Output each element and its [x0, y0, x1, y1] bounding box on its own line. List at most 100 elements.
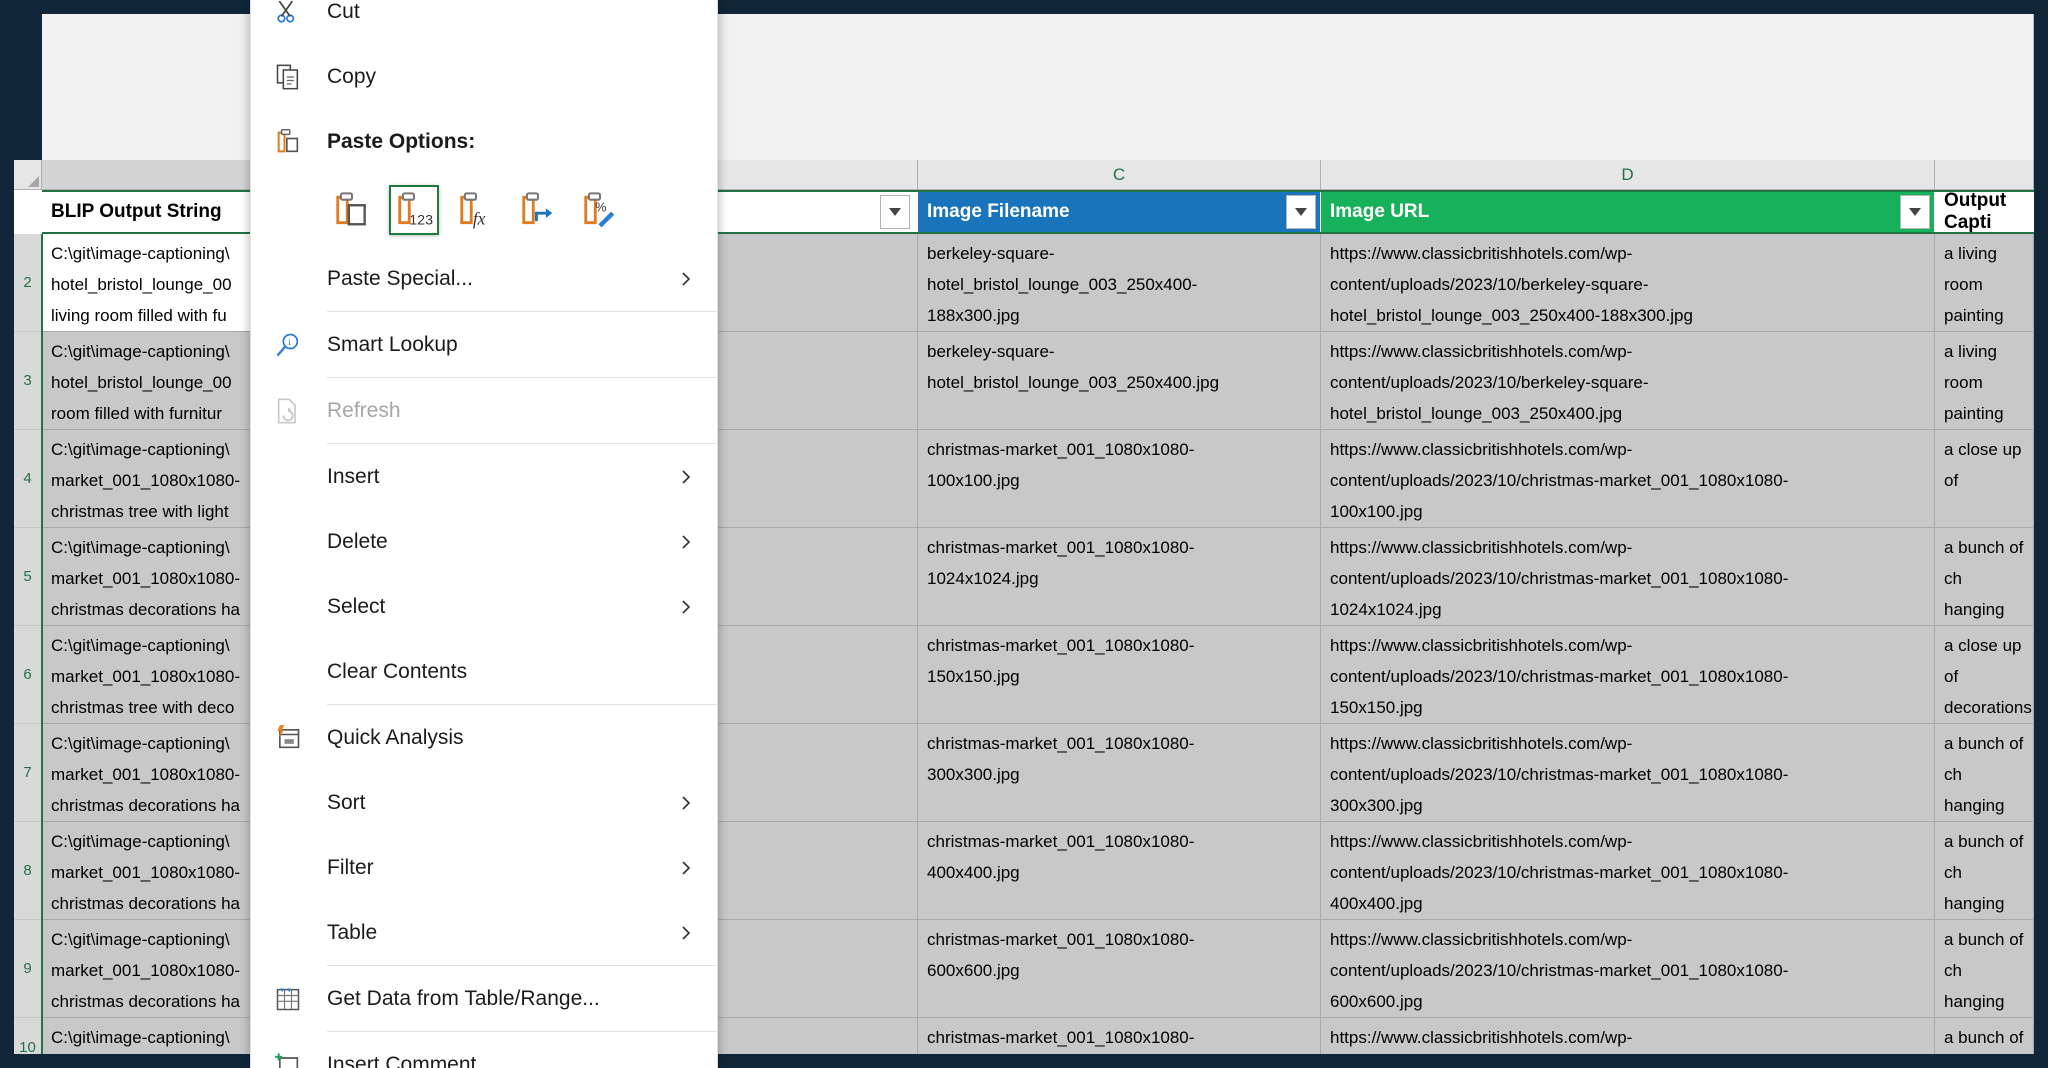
svg-text:123: 123: [409, 212, 433, 228]
paste-formulas-icon-button[interactable]: fx: [451, 185, 501, 235]
screen: C D BLIP Output String Image Filename Im…: [0, 0, 2048, 1068]
menu-item-paste-options: Paste Options:: [251, 109, 717, 174]
copy-icon: [269, 58, 307, 96]
menu-item-refresh: Refresh: [251, 378, 717, 443]
menu-item-clear-contents-label: Clear Contents: [327, 660, 467, 684]
menu-item-select[interactable]: Select: [251, 574, 717, 639]
menu-item-table[interactable]: Table: [251, 900, 717, 965]
paste-values-icon-button[interactable]: 123: [389, 185, 439, 235]
table-cell[interactable]: christmas-market_001_1080x1080- 600x600.…: [918, 920, 1321, 1018]
menu-item-copy-label: Copy: [327, 65, 376, 89]
table-grid-icon: [274, 985, 302, 1013]
table-cell[interactable]: https://www.classicbritishhotels.com/wp-…: [1321, 822, 1935, 920]
table-header-image-url[interactable]: Image URL: [1321, 190, 1935, 234]
row-number[interactable]: 6: [14, 626, 42, 724]
paste-transpose-icon: [519, 191, 557, 229]
menu-item-smart-lookup-label: Smart Lookup: [327, 333, 458, 357]
column-header-e[interactable]: [1935, 160, 2034, 190]
menu-item-paste-special-label: Paste Special...: [327, 267, 473, 291]
paste-all-icon-button[interactable]: [327, 185, 377, 235]
row-number[interactable]: 4: [14, 430, 42, 528]
menu-item-delete-label: Delete: [327, 530, 388, 554]
svg-text:i: i: [288, 338, 291, 348]
paste-options-row[interactable]: 123 fx: [251, 174, 717, 246]
table-cell[interactable]: berkeley-square- hotel_bristol_lounge_00…: [918, 234, 1321, 332]
paste-formulas-fx-icon: fx: [457, 191, 495, 229]
table-cell[interactable]: https://www.classicbritishhotels.com/wp-…: [1321, 626, 1935, 724]
menu-item-insert-label: Insert: [327, 465, 380, 489]
menu-item-sort-label: Sort: [327, 791, 366, 815]
chevron-right-icon: [677, 468, 695, 486]
menu-item-insert-comment[interactable]: Insert Comment: [251, 1032, 717, 1068]
paste-transpose-icon-button[interactable]: [513, 185, 563, 235]
table-cell[interactable]: https://www.classicbritishhotels.com/wp-…: [1321, 234, 1935, 332]
table-cell[interactable]: https://www.classicbritishhotels.com/wp-…: [1321, 528, 1935, 626]
table-cell[interactable]: https://www.classicbritishhotels.com/wp-…: [1321, 430, 1935, 528]
table-cell[interactable]: a bunch of ch hanging from: [1935, 920, 2034, 1018]
table-cell[interactable]: a close up of decorations: [1935, 626, 2034, 724]
row-number[interactable]: 9: [14, 920, 42, 1018]
menu-item-delete[interactable]: Delete: [251, 509, 717, 574]
table-cell[interactable]: https://www.classicbritishhotels.com/wp-: [1321, 1018, 1935, 1054]
chevron-down-icon: [1909, 208, 1921, 216]
column-header-d[interactable]: D: [1321, 160, 1935, 190]
table-header-output-caption[interactable]: Output Capti: [1935, 190, 2034, 234]
table-cell[interactable]: a living room painting: [1935, 234, 2034, 332]
filter-button-d[interactable]: [1900, 195, 1930, 229]
paste-formatting-icon: %: [581, 191, 619, 229]
row-number[interactable]: 3: [14, 332, 42, 430]
filter-button-c[interactable]: [1286, 195, 1316, 229]
select-all-corner[interactable]: [14, 160, 42, 190]
table-cell[interactable]: https://www.classicbritishhotels.com/wp-…: [1321, 920, 1935, 1018]
menu-item-sort[interactable]: Sort: [251, 770, 717, 835]
table-cell[interactable]: christmas-market_001_1080x1080-: [918, 1018, 1321, 1054]
menu-item-cut-label: Cut: [327, 0, 360, 24]
chevron-right-icon: [677, 794, 695, 812]
magnifier-info-icon: i: [269, 326, 307, 364]
table-header-image-filename[interactable]: Image Filename: [918, 190, 1321, 234]
table-cell[interactable]: a bunch of ch hanging from: [1935, 528, 2034, 626]
table-cell[interactable]: christmas-market_001_1080x1080- 300x300.…: [918, 724, 1321, 822]
row-number[interactable]: 10: [14, 1018, 42, 1054]
menu-item-copy[interactable]: Copy: [251, 44, 717, 109]
menu-item-paste-special[interactable]: Paste Special...: [251, 246, 717, 311]
menu-item-quick-analysis-label: Quick Analysis: [327, 726, 464, 750]
magnifier-info-icon: i: [274, 331, 302, 359]
chevron-right-icon: [677, 533, 695, 551]
chevron-right-icon: [677, 924, 695, 942]
paste-formatting-icon-button[interactable]: %: [575, 185, 625, 235]
column-header-c[interactable]: C: [918, 160, 1321, 190]
table-cell[interactable]: a close up of: [1935, 430, 2034, 528]
comment-plus-icon: [269, 1046, 307, 1068]
table-grid-icon: [269, 980, 307, 1018]
table-cell[interactable]: a bunch of ch: [1935, 1018, 2034, 1054]
column-header-b[interactable]: [702, 160, 918, 190]
menu-item-get-data[interactable]: Get Data from Table/Range...: [251, 966, 717, 1031]
menu-item-insert[interactable]: Insert: [251, 444, 717, 509]
table-cell[interactable]: christmas-market_001_1080x1080- 1024x102…: [918, 528, 1321, 626]
menu-item-quick-analysis[interactable]: Quick Analysis: [251, 705, 717, 770]
table-cell[interactable]: https://www.classicbritishhotels.com/wp-…: [1321, 724, 1935, 822]
menu-item-paste-options-label: Paste Options:: [327, 130, 475, 154]
table-cell[interactable]: berkeley-square- hotel_bristol_lounge_00…: [918, 332, 1321, 430]
menu-item-smart-lookup[interactable]: i Smart Lookup: [251, 312, 717, 377]
refresh-icon: [269, 392, 307, 430]
context-menu-items[interactable]: Paste Special... i Smart Lookup Refresh Inse…: [251, 246, 717, 1068]
menu-item-filter[interactable]: Filter: [251, 835, 717, 900]
table-cell[interactable]: https://www.classicbritishhotels.com/wp-…: [1321, 332, 1935, 430]
table-cell[interactable]: christmas-market_001_1080x1080- 100x100.…: [918, 430, 1321, 528]
menu-item-cut[interactable]: Cut: [251, 0, 717, 44]
menu-item-clear-contents[interactable]: Clear Contents: [251, 639, 717, 704]
table-cell[interactable]: christmas-market_001_1080x1080- 400x400.…: [918, 822, 1321, 920]
table-cell[interactable]: a bunch of ch hanging from: [1935, 822, 2034, 920]
row-number[interactable]: 8: [14, 822, 42, 920]
scissors-icon: [269, 0, 307, 31]
table-cell[interactable]: a living room painting: [1935, 332, 2034, 430]
row-number[interactable]: 5: [14, 528, 42, 626]
row-number[interactable]: 7: [14, 724, 42, 822]
table-cell[interactable]: a bunch of ch hanging from: [1935, 724, 2034, 822]
row-number[interactable]: 2: [14, 234, 42, 332]
table-cell[interactable]: christmas-market_001_1080x1080- 150x150.…: [918, 626, 1321, 724]
filter-button-b[interactable]: [880, 195, 910, 229]
context-menu[interactable]: Cut Copy Paste Options:: [250, 0, 718, 1068]
